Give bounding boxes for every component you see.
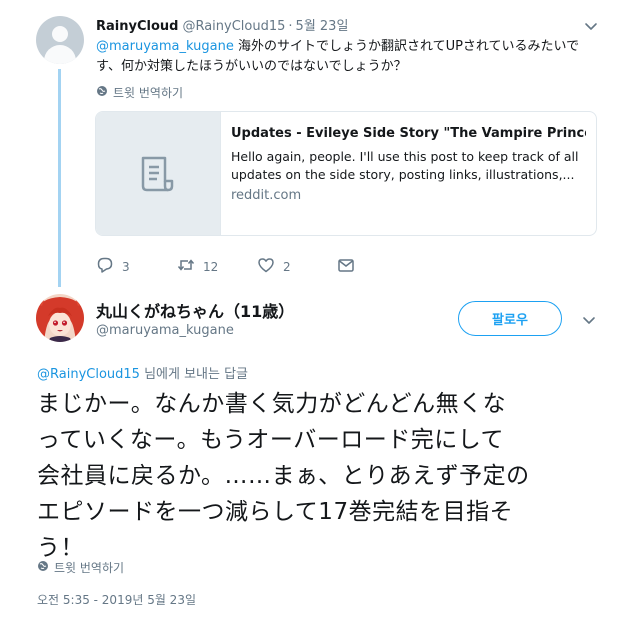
separator-dot: · (288, 19, 293, 34)
translate-label: 트윗 번역하기 (54, 561, 125, 575)
reply-button[interactable]: 3 (96, 256, 130, 277)
heart-icon (257, 256, 275, 277)
chevron-down-icon[interactable] (581, 312, 597, 328)
card-domain: reddit.com (231, 188, 302, 203)
avatar[interactable] (36, 294, 84, 342)
user-handle[interactable]: @maruyama_kugane (96, 323, 234, 338)
card-description: Hello again, people. I'll use this post … (231, 149, 579, 182)
user-handle[interactable]: @RainyCloud15 (182, 19, 285, 34)
avatar[interactable] (36, 16, 84, 64)
envelope-icon (337, 256, 355, 277)
tweet-text-line: まじかー。なんか書く気力がどんどん無くな (37, 391, 507, 417)
tweet-text-line: 海外のサイトでしょうか翻訳されてUPされているみたいで (233, 39, 580, 54)
direct-message-button[interactable] (337, 256, 355, 277)
display-name[interactable]: RainyCloud (96, 19, 178, 34)
display-name[interactable]: 丸山くがねちゃん（11歳） (96, 298, 294, 322)
like-button[interactable]: 2 (257, 256, 291, 277)
retweet-count: 12 (203, 259, 219, 274)
like-count: 2 (283, 259, 291, 274)
thread-connector-line (58, 69, 61, 287)
retweet-icon (177, 256, 195, 277)
tweet-text-line: っていくなー。もうオーバーロード完にして (37, 427, 505, 453)
replying-to-mention[interactable]: @RainyCloud15 (37, 367, 140, 382)
globe-icon (37, 560, 49, 575)
reply-count: 3 (122, 259, 130, 274)
card-title: Updates - Evileye Side Story "The Vampir… (231, 126, 586, 141)
translate-tweet-link[interactable]: 트윗 번역하기 (96, 84, 183, 101)
tweet-text-line: す、何か対策したほうがいいのではないでしょうか？ (96, 59, 407, 74)
translate-tweet-link[interactable]: 트윗 번역하기 (37, 559, 124, 576)
tweet-date[interactable]: 5월 23일 (296, 19, 349, 34)
tweet-text: @maruyama_kugane 海外のサイトでしょうか翻訳されてUPされている… (96, 37, 606, 77)
retweet-button[interactable]: 12 (177, 256, 218, 277)
tweet-timestamp[interactable]: 오전 5:35 - 2019년 5월 23일 (37, 591, 196, 608)
tweet-text: まじかー。なんか書く気力がどんどん無くな っていくなー。もうオーバーロード完にし… (37, 386, 617, 566)
tweet-header: RainyCloud @RainyCloud15 · 5월 23일 (96, 15, 348, 34)
chevron-down-icon[interactable] (583, 18, 599, 34)
follow-button[interactable]: 팔로우 (458, 301, 562, 336)
replying-to-line: @RainyCloud15 님에게 보내는 답글 (37, 363, 248, 382)
link-card[interactable]: Updates - Evileye Side Story "The Vampir… (95, 111, 597, 236)
reply-icon (96, 256, 114, 277)
mention-link[interactable]: @maruyama_kugane (96, 39, 234, 54)
tweet-text-line: エピソードを一つ減らして17巻完結を目指そ (37, 499, 514, 525)
globe-icon (96, 85, 108, 100)
translate-label: 트윗 번역하기 (113, 86, 184, 100)
tweet-text-line: 会社員に戻るか。……まぁ、とりあえず予定の (37, 463, 530, 489)
card-thumbnail (96, 112, 221, 235)
replying-to-suffix: 님에게 보내는 답글 (139, 367, 249, 382)
